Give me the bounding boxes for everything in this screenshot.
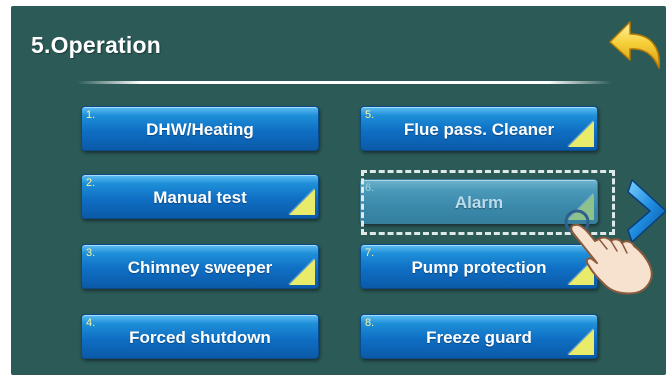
menu-button-manual-test[interactable]: 2. Manual test [81,174,319,219]
menu-button-chimney-sweeper[interactable]: 3. Chimney sweeper [81,244,319,289]
submenu-corner-icon [568,121,594,147]
title-divider [77,81,612,84]
menu-label: Flue pass. Cleaner [403,119,555,139]
back-button[interactable] [606,16,666,78]
menu-label: DHW/Heating [146,119,254,139]
menu-button-freeze-guard[interactable]: 8. Freeze guard [360,314,598,359]
submenu-corner-icon [568,329,594,355]
menu-button-forced-shutdown[interactable]: 4. Forced shutdown [81,314,319,359]
menu-button-flue-pass-cleaner[interactable]: 5. Flue pass. Cleaner [360,106,598,151]
menu-label: Chimney sweeper [127,257,273,277]
menu-button-dhw-heating[interactable]: 1. DHW/Heating [81,106,319,151]
menu-number: 2. [86,177,96,189]
menu-label: Pump protection [411,257,547,277]
operation-screen: 5.Operation 1. DHW/Heating 2. Manual tes… [11,6,666,375]
menu-label: Manual test [153,187,247,207]
menu-label: Forced shutdown [129,327,271,347]
menu-number: 7. [365,247,375,259]
page-title: 5.Operation [31,32,162,58]
menu-number: 8. [365,317,375,329]
menu-number: 3. [86,247,96,259]
menu-number: 4. [86,317,96,329]
menu-label: Freeze guard [426,327,532,347]
submenu-corner-icon [289,259,315,285]
pointing-hand-icon [559,203,664,298]
submenu-corner-icon [289,189,315,215]
back-arrow-icon [609,21,660,69]
menu-number: 1. [86,109,96,121]
menu-number: 5. [365,109,375,121]
